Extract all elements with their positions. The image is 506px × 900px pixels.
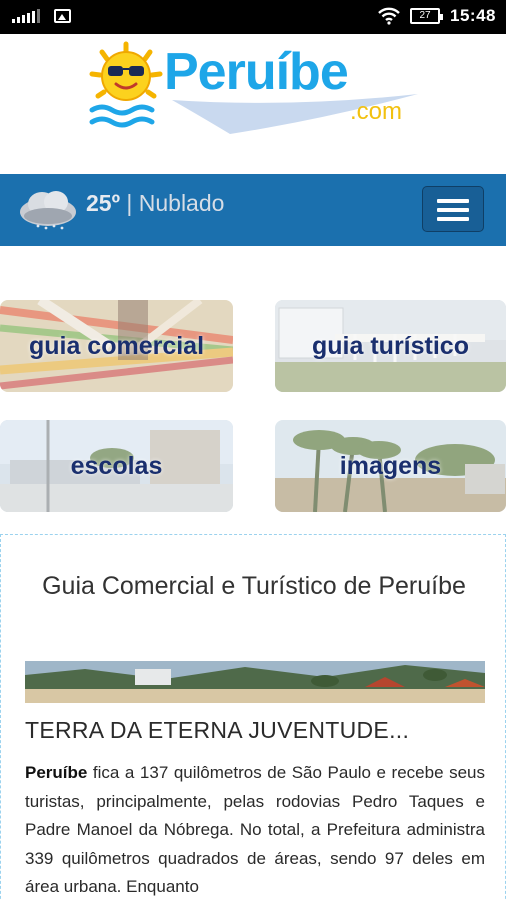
tile-escolas[interactable]: escolas — [0, 420, 233, 512]
article-lead: Peruíbe — [25, 763, 88, 782]
menu-bar-icon — [437, 208, 469, 212]
sun-logo-icon[interactable] — [86, 38, 176, 138]
status-time: 15:48 — [450, 6, 496, 25]
menu-bar-icon — [437, 199, 469, 203]
article-card: Guia Comercial e Turístico de Peruíbe TE… — [0, 534, 506, 900]
site-header: Peruíbe .com — [0, 34, 506, 174]
menu-bar-icon — [437, 217, 469, 221]
tile-label: guia turístico — [312, 331, 469, 360]
signal-icon — [12, 9, 40, 23]
brand-suffix: .com — [350, 98, 403, 125]
tile-imagens[interactable]: imagens — [275, 420, 506, 512]
weather-navbar: 25º | Nublado — [0, 174, 506, 246]
weather-condition: Nublado — [138, 190, 225, 216]
battery-icon: 27 — [410, 8, 444, 24]
wifi-icon — [378, 7, 400, 25]
image-notification-icon — [54, 9, 71, 23]
tile-guia-turistico[interactable]: guia turístico — [275, 300, 506, 392]
hamburger-menu-button[interactable] — [422, 186, 484, 232]
article-title: Guia Comercial e Turístico de Peruíbe — [42, 572, 466, 600]
cloudy-weather-icon — [20, 191, 76, 230]
brand-name[interactable]: Peruíbe — [164, 42, 349, 102]
article-body: fica a 137 quilômetros de São Paulo e re… — [25, 763, 485, 896]
weather-separator: | — [126, 190, 133, 216]
article-paragraph: Peruíbe fica a 137 quilômetros de São Pa… — [25, 759, 485, 900]
beach-panorama-image — [25, 661, 485, 703]
weather-readout: 25º | Nublado — [86, 190, 224, 217]
tile-label: guia comercial — [28, 331, 205, 360]
temperature: 25º — [86, 190, 120, 216]
section-heading: TERRA DA ETERNA JUVENTUDE... — [25, 717, 410, 743]
tile-label: escolas — [70, 451, 163, 480]
status-bar: 27 15:48 — [0, 0, 506, 34]
tile-guia-comercial[interactable]: guia comercial — [0, 300, 233, 392]
tile-label: imagens — [339, 451, 442, 480]
